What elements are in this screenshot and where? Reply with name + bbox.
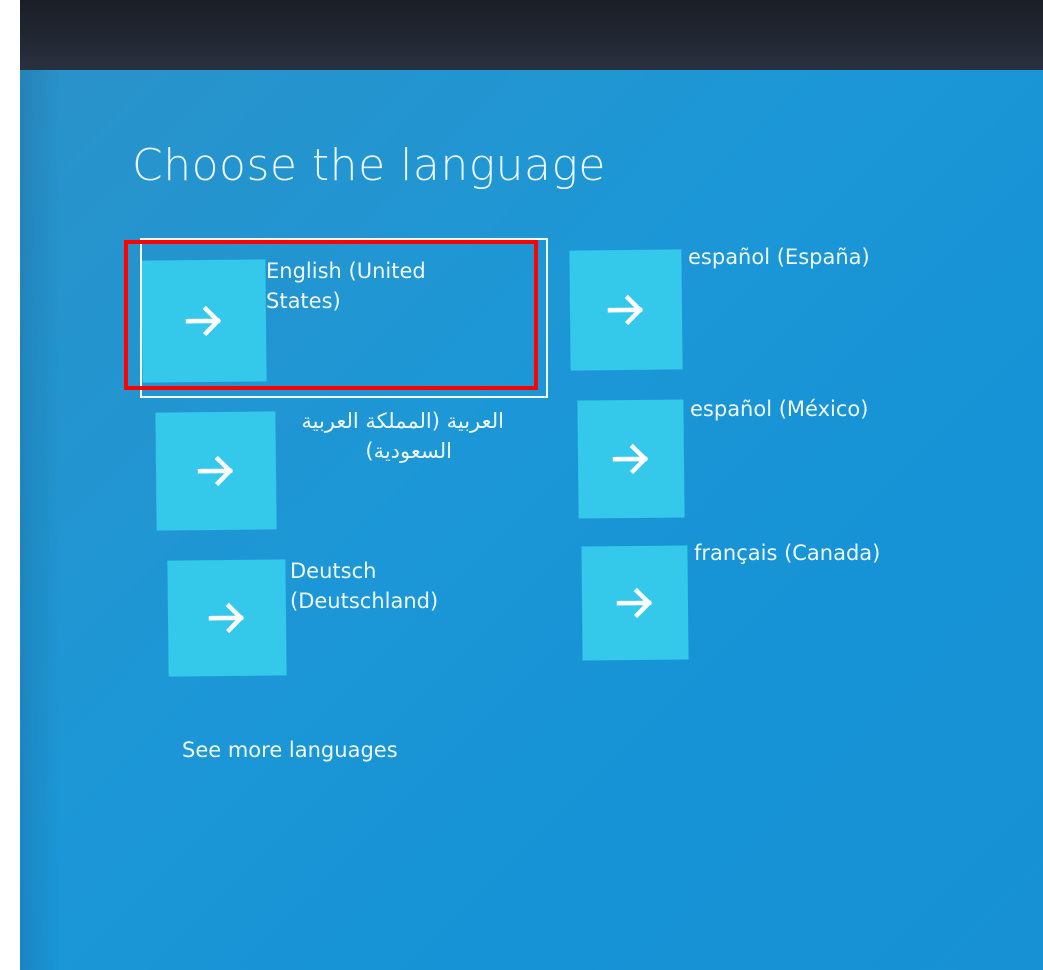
language-label: English (United States) [266, 256, 536, 316]
language-tile[interactable] [577, 399, 685, 519]
language-tile[interactable] [167, 559, 287, 677]
arrow-right-icon [612, 443, 649, 475]
language-label-line: العربية (المملكة العربية [301, 409, 504, 433]
language-label-line: Deutsch [290, 559, 377, 583]
language-label-line: español (México) [690, 397, 869, 421]
photo-frame: Choose the language English (United Stat… [0, 0, 1043, 970]
language-selection-screen: Choose the language English (United Stat… [20, 70, 1043, 970]
language-label: español (España) [688, 242, 958, 272]
monitor-bezel [20, 0, 1043, 78]
language-label: Deutsch (Deutschland) [290, 556, 560, 616]
language-tile[interactable] [581, 545, 689, 661]
page-title: Choose the language [132, 140, 606, 191]
language-label-line: (Deutschland) [290, 589, 439, 613]
arrow-right-icon [616, 587, 653, 619]
arrow-right-icon [607, 294, 644, 326]
language-tile[interactable] [569, 249, 683, 371]
language-label-line: français (Canada) [694, 541, 881, 565]
arrow-right-icon [208, 602, 245, 634]
see-more-languages-link[interactable]: See more languages [182, 738, 398, 762]
language-tile[interactable] [141, 259, 267, 383]
language-label: français (Canada) [694, 538, 964, 568]
language-label-line: States) [266, 289, 341, 313]
screen-edge-shadow [20, 70, 60, 970]
language-label-line: English (United [266, 259, 426, 283]
arrow-right-icon [185, 305, 222, 337]
language-label: español (México) [690, 394, 960, 424]
language-label-line: español (España) [688, 245, 870, 269]
language-label-line: السعودية) [365, 439, 452, 463]
language-label: العربية (المملكة العربية السعودية) [232, 406, 504, 466]
